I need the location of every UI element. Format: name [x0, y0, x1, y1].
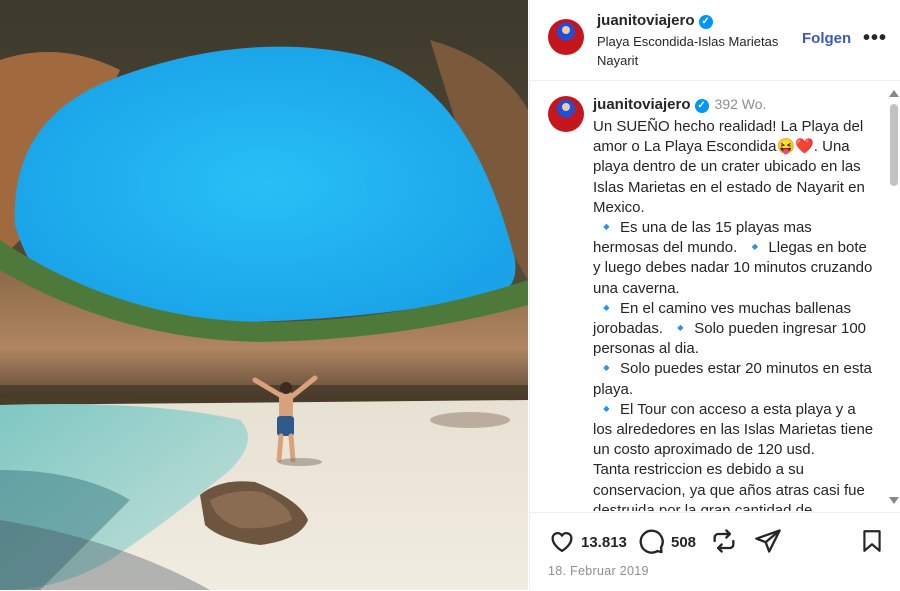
caption-verified-badge-icon: ✓ — [694, 99, 709, 113]
location-line-2[interactable]: Nayarit — [597, 51, 807, 70]
follow-button[interactable]: Folgen — [802, 30, 851, 47]
caption-scrollbar[interactable] — [887, 88, 900, 512]
author-avatar[interactable] — [548, 19, 584, 55]
comment-count[interactable]: 508 — [671, 534, 696, 551]
location-link[interactable]: Playa Escondida-Islas Marietas Nayarit — [597, 32, 807, 70]
more-options-icon[interactable]: ••• — [863, 27, 887, 50]
action-bar: 13.813 508 18. Februar 2019 — [530, 512, 900, 591]
bookmark-icon[interactable] — [859, 527, 885, 560]
scroll-up-arrow-icon[interactable] — [889, 90, 899, 97]
scroll-thumb[interactable] — [890, 104, 898, 186]
heart-icon[interactable] — [548, 527, 576, 560]
scroll-down-arrow-icon[interactable] — [889, 497, 899, 504]
caption-username[interactable]: juanitoviajero — [593, 96, 691, 113]
caption-text: Un SUEÑO hecho realidad! La Playa del am… — [593, 118, 874, 511]
post-age[interactable]: 392 Wo. — [715, 96, 767, 112]
location-line-1[interactable]: Playa Escondida-Islas Marietas — [597, 32, 807, 51]
comment-icon[interactable] — [637, 527, 665, 560]
caption-header: juanitoviajero ✓ 392 Wo. — [593, 96, 766, 113]
author-username[interactable]: juanitoviajero ✓ — [597, 12, 713, 29]
post-date[interactable]: 18. Februar 2019 — [548, 564, 649, 578]
post-image[interactable] — [0, 0, 528, 590]
send-icon[interactable] — [754, 527, 782, 560]
caption-avatar[interactable] — [548, 96, 584, 132]
post-header: juanitoviajero ✓ Playa Escondida-Islas Ma… — [530, 0, 900, 81]
like-count[interactable]: 13.813 — [581, 534, 627, 551]
verified-badge-icon: ✓ — [698, 15, 713, 29]
repost-icon[interactable] — [710, 527, 738, 560]
caption-section: juanitoviajero ✓ 392 Wo. Un SUEÑO hecho re… — [530, 81, 900, 511]
post-side-panel: juanitoviajero ✓ Playa Escondida-Islas Ma… — [529, 0, 900, 590]
hidden-beach-photo — [0, 0, 528, 590]
